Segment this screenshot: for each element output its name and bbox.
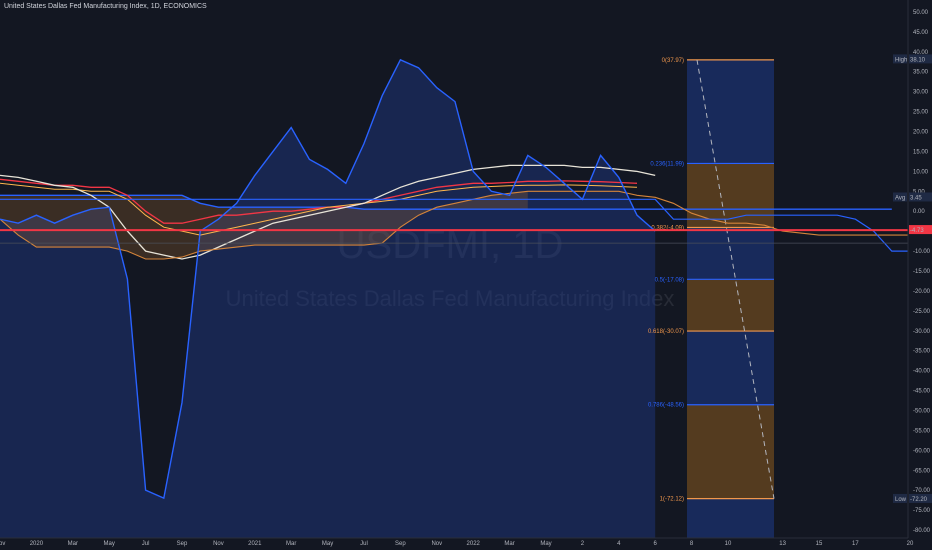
symbol-source: ECONOMICS <box>163 3 207 10</box>
y-tick-label: -30.00 <box>913 329 931 335</box>
chart-root[interactable]: USDFMI, 1D United States Dallas Fed Manu… <box>0 0 932 550</box>
y-tick-label: -70.00 <box>913 488 931 494</box>
symbol-interval: 1D <box>150 3 160 10</box>
fib-level-label: 0.5(-17.08) <box>655 277 684 283</box>
fib-level-label: 0.618(-30.07) <box>648 329 684 335</box>
y-tick-label: -40.00 <box>913 369 931 375</box>
y-tick-label: 30.00 <box>913 90 929 96</box>
fib-zone <box>687 227 774 280</box>
fib-zone <box>687 404 774 499</box>
low-tag-value: -72.20 <box>910 497 928 503</box>
x-tick-label: 13 <box>779 541 786 547</box>
x-tick-label: Nov <box>0 541 5 547</box>
y-tick-label: -25.00 <box>913 309 931 315</box>
x-tick-label: 15 <box>816 541 823 547</box>
x-tick-label: 10 <box>725 541 732 547</box>
x-tick-label: 17 <box>852 541 859 547</box>
y-tick-label: -20.00 <box>913 289 931 295</box>
x-tick-label: May <box>540 541 551 547</box>
y-tick-label: -65.00 <box>913 468 931 474</box>
x-tick-label: 20 <box>907 541 914 547</box>
x-tick-label: May <box>104 541 115 547</box>
fib-level-label: 0(37.97) <box>662 58 684 64</box>
x-tick-label: Jul <box>142 541 150 547</box>
x-tick-label: Mar <box>286 541 296 547</box>
y-tick-label: -50.00 <box>913 408 931 414</box>
y-tick-label: 10.00 <box>913 169 929 175</box>
y-tick-label: -75.00 <box>913 508 931 514</box>
x-tick-label: 2020 <box>30 541 44 547</box>
y-tick-label: -15.00 <box>913 269 931 275</box>
y-tick-label: 50.00 <box>913 10 929 16</box>
x-tick-label: Nov <box>213 541 224 547</box>
low-tag-label: Low <box>895 497 907 503</box>
avg-tag-label: Avg <box>895 195 905 201</box>
x-tick-label: Sep <box>177 541 188 547</box>
fib-zone <box>687 498 774 538</box>
chart-canvas[interactable]: USDFMI, 1D United States Dallas Fed Manu… <box>0 0 932 550</box>
x-tick-label: 2021 <box>248 541 262 547</box>
y-tick-label: 25.00 <box>913 110 929 116</box>
x-tick-label: Sep <box>395 541 406 547</box>
y-tick-label: 15.00 <box>913 149 929 155</box>
fib-zone <box>687 331 774 405</box>
x-tick-label: Jul <box>360 541 368 547</box>
high-tag-value: 38.10 <box>910 57 926 63</box>
y-tick-label: 45.00 <box>913 30 929 36</box>
fib-level-label: 0.236(11.99) <box>650 161 684 167</box>
fib-level-label: 1(-72.12) <box>660 497 684 503</box>
y-tick-label: 0.00 <box>913 209 925 215</box>
x-tick-label: Mar <box>504 541 514 547</box>
y-tick-label: 35.00 <box>913 70 929 76</box>
high-tag-label: High <box>895 57 907 63</box>
x-tick-label: 2022 <box>467 541 481 547</box>
y-tick-label: -60.00 <box>913 448 931 454</box>
avg-tag-value: 3.45 <box>910 195 922 201</box>
symbol-header[interactable]: United States Dallas Fed Manufacturing I… <box>4 3 207 10</box>
x-tick-label: Nov <box>431 541 442 547</box>
fib-zone <box>687 279 774 332</box>
y-tick-label: -10.00 <box>913 249 931 255</box>
y-tick-label: 20.00 <box>913 130 929 136</box>
x-tick-label: May <box>322 541 333 547</box>
fib-level-label: 0.786(-48.56) <box>648 403 684 409</box>
y-tick-label: -55.00 <box>913 428 931 434</box>
y-tick-label: -35.00 <box>913 349 931 355</box>
y-tick-label: -80.00 <box>913 528 931 534</box>
x-tick-label: Mar <box>68 541 78 547</box>
fib-zone <box>687 163 774 228</box>
symbol-name: United States Dallas Fed Manufacturing I… <box>4 3 147 10</box>
fib-zone <box>687 59 774 164</box>
y-tick-label: -45.00 <box>913 389 931 395</box>
current-tag-value: -4.73 <box>910 228 924 234</box>
